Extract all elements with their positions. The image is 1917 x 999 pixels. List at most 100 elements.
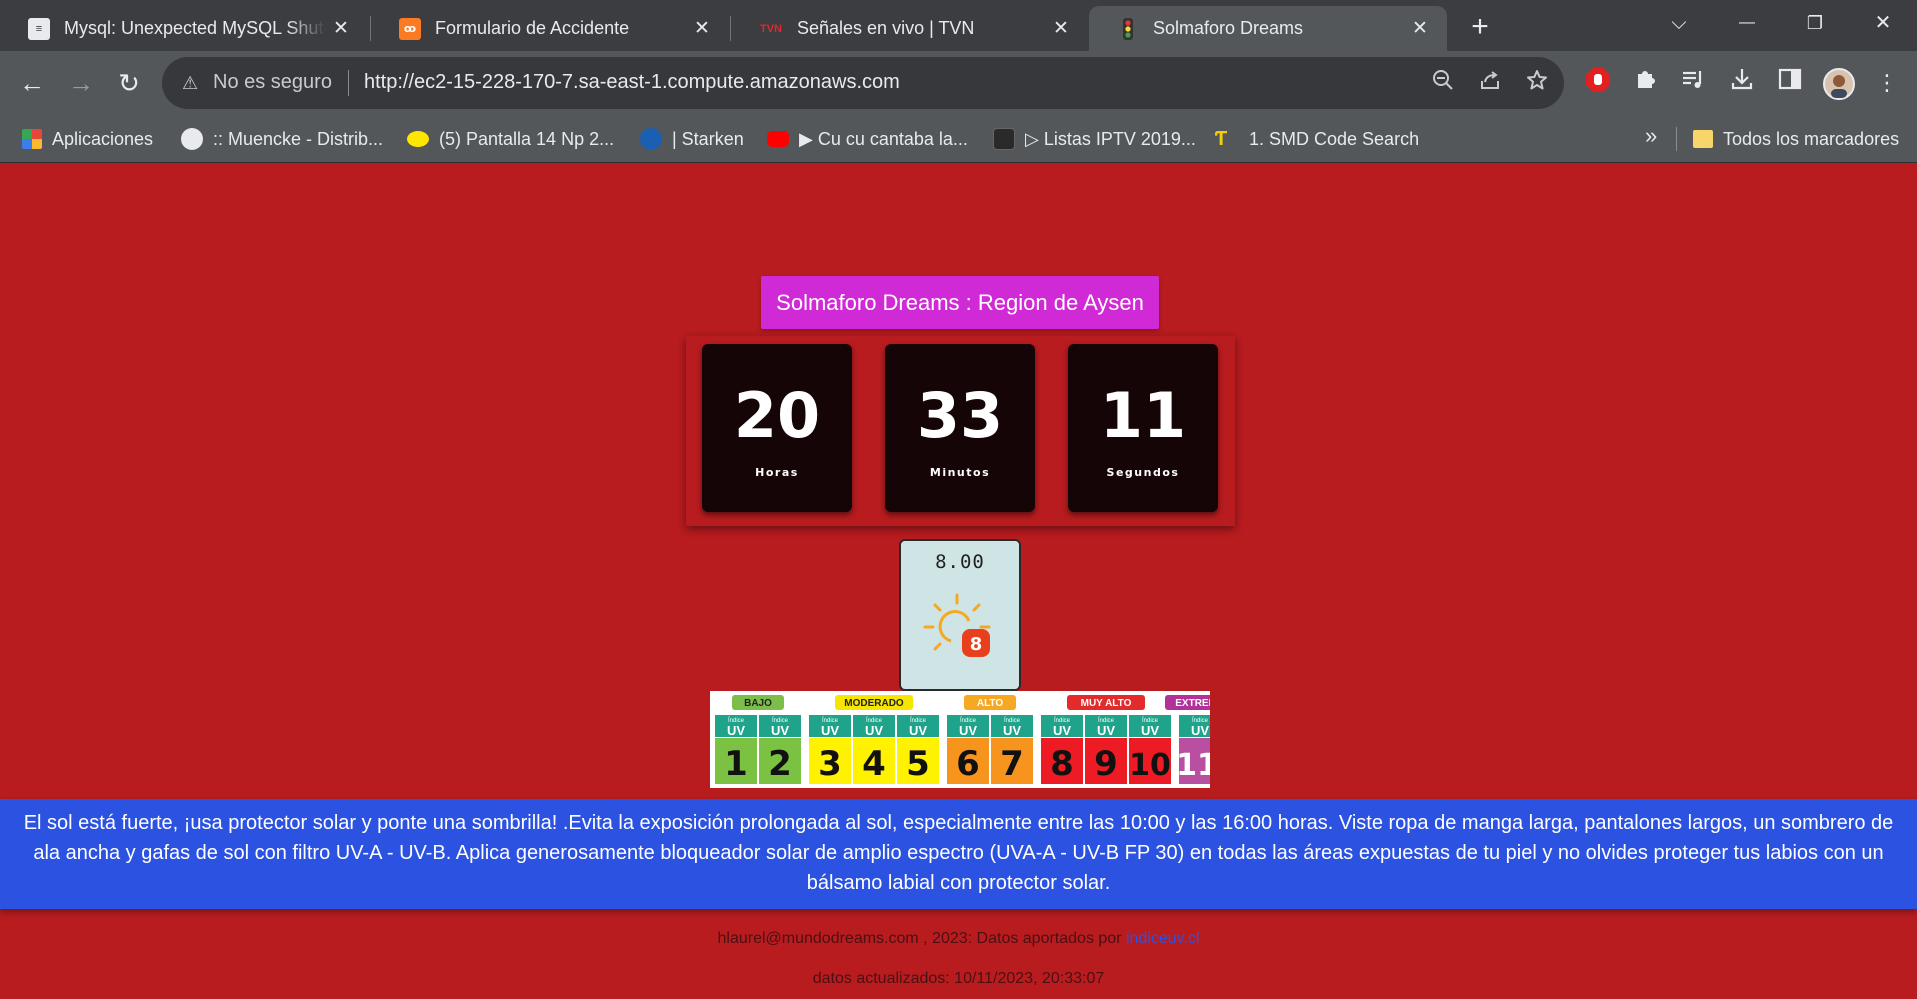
reload-button[interactable]: ↻ — [109, 63, 149, 103]
hours-label: Horas — [755, 466, 799, 479]
minutes-value: 33 — [916, 379, 1004, 452]
uv-level-number: 9 — [1094, 744, 1118, 784]
uv-level-number: 4 — [862, 744, 886, 784]
bookmark-label: 1. SMD Code Search — [1249, 128, 1420, 149]
uv-tag: UV — [959, 723, 977, 738]
bookmark-muencke[interactable]: :: Muencke - Distrib... — [181, 115, 383, 163]
hours-value: 20 — [733, 379, 821, 452]
starken-icon — [640, 128, 662, 150]
xampp-icon: ꝏ — [399, 17, 421, 40]
tab-close-icon[interactable]: ✕ — [1405, 17, 1435, 40]
document-icon: ≡ — [28, 17, 50, 40]
bookmark-label: ▶ Cu cu cantaba la... — [799, 128, 968, 149]
bookmark-label: :: Muencke - Distrib... — [213, 128, 384, 149]
apps-grid-icon — [22, 129, 42, 149]
browser-toolbar: ← → ↻ ⚠ No es seguro http://ec2-15-228-1… — [0, 51, 1917, 115]
tab-mysql[interactable]: ≡ Mysql: Unexpected MySQL Shutdown ✕ — [0, 6, 368, 51]
film-icon — [993, 128, 1015, 150]
back-button[interactable]: ← — [12, 63, 52, 103]
mercadolibre-icon — [407, 131, 429, 147]
youtube-icon — [767, 131, 789, 147]
uv-level-number: 8 — [1050, 744, 1074, 784]
uv-level-number: 11 — [1176, 748, 1210, 783]
tab-tvn[interactable]: TVN Señales en vivo | TVN ✕ — [731, 6, 1088, 51]
bookmarks-bar: Aplicaciones :: Muencke - Distrib... (5)… — [0, 115, 1917, 163]
menu-kebab-icon[interactable]: ⋮ — [1871, 67, 1903, 99]
omnibox-divider — [348, 70, 349, 96]
footer-text: hlaurel@mundodreams.com , 2023: Datos ap… — [717, 930, 1122, 947]
tab-title: Mysql: Unexpected MySQL Shutdown — [64, 18, 326, 38]
extensions-puzzle-icon[interactable] — [1630, 67, 1662, 99]
uv-level-number: 2 — [768, 744, 792, 784]
zoom-icon[interactable] — [1428, 69, 1458, 99]
bookmark-folder-all[interactable]: Todos los marcadores — [1693, 115, 1899, 163]
bookmark-iptv[interactable]: ▷ Listas IPTV 2019... — [993, 115, 1196, 163]
minimize-button[interactable]: — — [1722, 6, 1772, 40]
uv-tag: UV — [1053, 723, 1071, 738]
uv-badge-number: 8 — [970, 634, 983, 655]
smd-icon: Ƭ — [1215, 128, 1228, 150]
uv-tag: UV — [865, 723, 883, 738]
bookmark-label: ▷ Listas IPTV 2019... — [1025, 128, 1196, 149]
bookmark-label: Todos los marcadores — [1723, 128, 1900, 149]
side-panel-icon[interactable] — [1774, 67, 1806, 99]
uv-scale-graphic: BAJOÍndiceUV1ÍndiceUV2MODERADOÍndiceUV3Í… — [715, 695, 1210, 784]
bookmark-starken[interactable]: | Starken — [640, 115, 744, 163]
url-text[interactable]: http://ec2-15-228-170-7.sa-east-1.comput… — [364, 71, 900, 94]
sun-uv-icon: 8 — [923, 593, 991, 657]
uv-tag: UV — [821, 723, 839, 738]
clock-minutes: 33 Minutos — [885, 344, 1035, 512]
security-label[interactable]: No es seguro — [213, 71, 332, 94]
tvn-icon: TVN — [760, 22, 782, 35]
media-queue-icon[interactable] — [1677, 67, 1709, 99]
page-title: Solmaforo Dreams : Region de Aysen — [761, 276, 1159, 329]
uv-index-card: 8.00 8 — [899, 539, 1021, 691]
bookmark-smd[interactable]: Ƭ 1. SMD Code Search — [1215, 115, 1419, 163]
warning-icon[interactable]: ⚠ — [182, 73, 198, 94]
uv-level-number: 5 — [906, 744, 930, 784]
clock-seconds: 11 Segundos — [1068, 344, 1218, 512]
page-content: Solmaforo Dreams : Region de Aysen 20 Ho… — [0, 164, 1917, 999]
tab-solmaforo[interactable]: Solmaforo Dreams ✕ — [1089, 6, 1447, 51]
bookmarks-overflow-button[interactable]: » — [1645, 123, 1657, 149]
countdown-clock: 20 Horas 33 Minutos 11 Segundos — [686, 336, 1235, 526]
bookmark-label: (5) Pantalla 14 Np 2... — [439, 128, 615, 149]
uv-level-number: 7 — [1000, 744, 1024, 784]
tab-close-icon[interactable]: ✕ — [326, 17, 356, 40]
uv-category-label: BAJO — [744, 698, 772, 709]
new-tab-button[interactable]: + — [1462, 10, 1498, 46]
tab-close-icon[interactable]: ✕ — [1046, 17, 1076, 40]
clock-hours: 20 Horas — [702, 344, 852, 512]
tab-formulario[interactable]: ꝏ Formulario de Accidente ✕ — [371, 6, 729, 51]
close-window-button[interactable]: ✕ — [1858, 6, 1908, 40]
tab-strip: ≡ Mysql: Unexpected MySQL Shutdown ✕ ꝏ F… — [0, 0, 1917, 51]
bookmark-youtube[interactable]: ▶ Cu cu cantaba la... — [767, 115, 968, 163]
uv-category-label: ALTO — [977, 698, 1004, 709]
uv-tag: UV — [771, 723, 789, 738]
bookmark-star-icon[interactable] — [1522, 69, 1552, 99]
restore-button[interactable]: ❐ — [1790, 6, 1840, 40]
uv-tag: UV — [1097, 723, 1115, 738]
bookmark-pantalla[interactable]: (5) Pantalla 14 Np 2... — [407, 115, 614, 163]
profile-avatar[interactable] — [1823, 68, 1855, 100]
tab-title: Señales en vivo | TVN — [797, 18, 975, 38]
download-icon[interactable] — [1726, 67, 1758, 99]
uv-level-number: 10 — [1129, 748, 1171, 783]
sun-advice-banner: El sol está fuerte, ¡usa protector solar… — [0, 799, 1917, 909]
forward-button[interactable]: → — [61, 63, 101, 103]
share-icon[interactable] — [1475, 69, 1505, 99]
uv-tag: UV — [727, 723, 745, 738]
uv-category-label: MUY ALTO — [1081, 698, 1132, 709]
traffic-light-icon — [1117, 17, 1139, 40]
tab-close-icon[interactable]: ✕ — [687, 17, 717, 40]
adblock-extension-icon[interactable] — [1582, 67, 1614, 99]
folder-icon — [1693, 130, 1713, 148]
tab-search-chevron-icon[interactable]: ⌵ — [1654, 6, 1704, 40]
uv-scale-legend: BAJO Índice UV 1 Índice UV 2 MODERADO Índice UV 3 Í… — [710, 691, 1210, 788]
footer-link[interactable]: indiceuv.cl — [1126, 930, 1200, 947]
address-bar[interactable]: ⚠ No es seguro http://ec2-15-228-170-7.s… — [162, 57, 1564, 109]
globe-icon — [181, 128, 203, 150]
bookmarks-divider — [1676, 127, 1677, 151]
tab-title: Formulario de Accidente — [435, 18, 630, 38]
bookmark-aplicaciones[interactable]: Aplicaciones — [22, 115, 153, 163]
